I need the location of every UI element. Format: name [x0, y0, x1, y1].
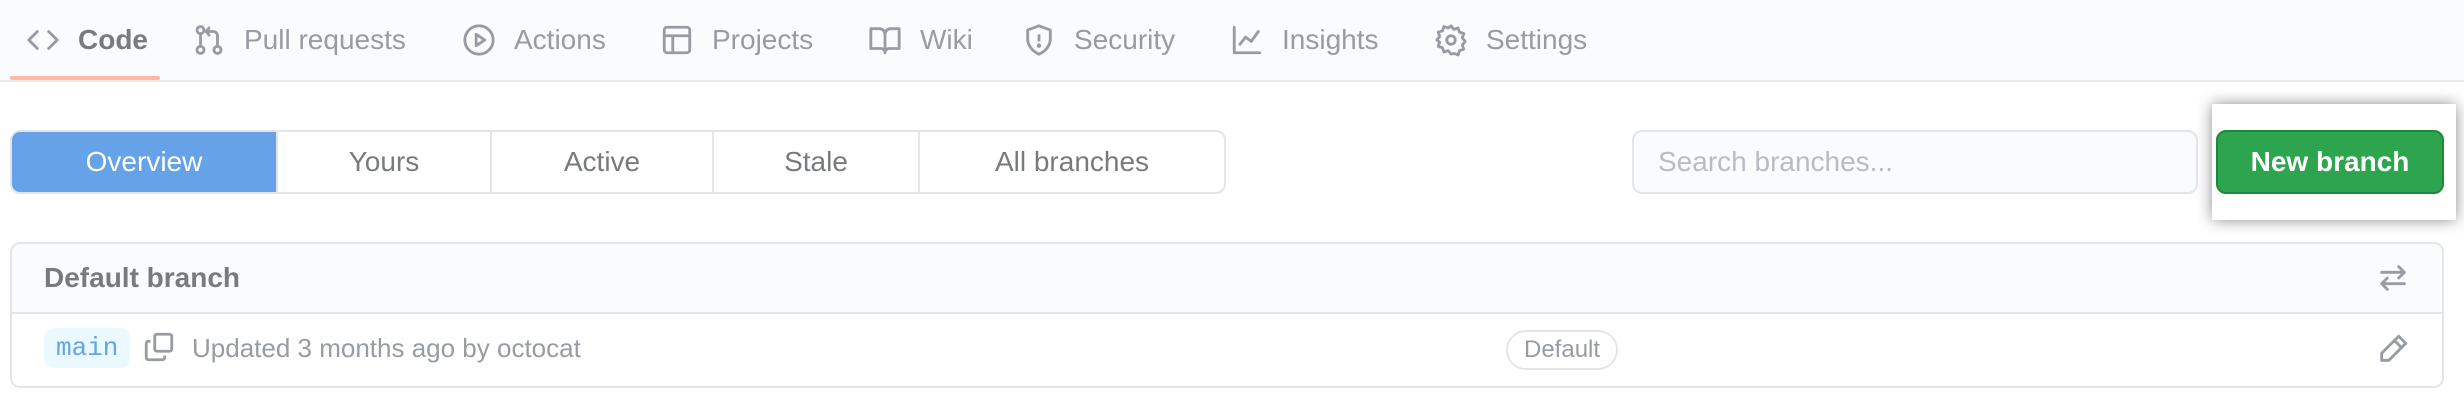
- table-icon: [660, 23, 694, 57]
- default-badge: Default: [1506, 330, 1619, 370]
- tab-projects[interactable]: Projects: [660, 0, 813, 80]
- repo-nav: Code Pull requests Actions Projects Wiki…: [0, 0, 2464, 82]
- default-branch-title: Default branch: [44, 262, 241, 293]
- tab-label: Code: [78, 24, 148, 55]
- book-icon: [868, 23, 902, 57]
- tab-label: Wiki: [920, 24, 973, 55]
- graph-icon: [1230, 23, 1264, 57]
- tab-stale[interactable]: Stale: [714, 132, 920, 192]
- pull-request-icon: [192, 23, 226, 57]
- tab-yours[interactable]: Yours: [278, 132, 492, 192]
- selected-tab-indicator: [10, 76, 160, 80]
- tab-overview[interactable]: Overview: [12, 132, 278, 192]
- tab-active[interactable]: Active: [492, 132, 714, 192]
- branch-name-link[interactable]: main: [44, 328, 131, 368]
- arrow-switch-icon[interactable]: [2376, 261, 2410, 295]
- branch-updated-text: Updated 3 months ago by octocat: [192, 332, 581, 363]
- tab-pull-requests[interactable]: Pull requests: [192, 0, 406, 80]
- search-branches-input[interactable]: [1632, 130, 2198, 194]
- tab-all-branches[interactable]: All branches: [920, 132, 1224, 192]
- gear-icon: [1434, 23, 1468, 57]
- tab-label: Projects: [712, 24, 814, 55]
- tab-label: Insights: [1282, 24, 1379, 55]
- tab-label: Actions: [514, 24, 606, 55]
- default-branch-box: Default branch main Updated 3 months ago…: [10, 242, 2444, 388]
- pencil-icon[interactable]: [2376, 332, 2410, 366]
- tab-security[interactable]: Security: [1022, 0, 1175, 80]
- default-branch-header: Default branch: [12, 244, 2442, 314]
- tab-label: Settings: [1486, 24, 1588, 55]
- tab-label: Security: [1074, 24, 1176, 55]
- branch-filter-tabs: Overview Yours Active Stale All branches: [10, 130, 1226, 194]
- shield-icon: [1022, 23, 1056, 57]
- play-icon: [462, 23, 496, 57]
- tab-label: Pull requests: [244, 24, 406, 55]
- tab-settings[interactable]: Settings: [1434, 0, 1587, 80]
- tab-wiki[interactable]: Wiki: [868, 0, 973, 80]
- tab-insights[interactable]: Insights: [1230, 0, 1379, 80]
- tab-actions[interactable]: Actions: [462, 0, 606, 80]
- copy-icon[interactable]: [142, 330, 176, 364]
- tab-code[interactable]: Code: [26, 0, 148, 80]
- new-branch-button[interactable]: New branch: [2216, 130, 2444, 194]
- code-icon: [26, 23, 60, 57]
- branch-row: main Updated 3 months ago by octocat Def…: [12, 314, 2442, 386]
